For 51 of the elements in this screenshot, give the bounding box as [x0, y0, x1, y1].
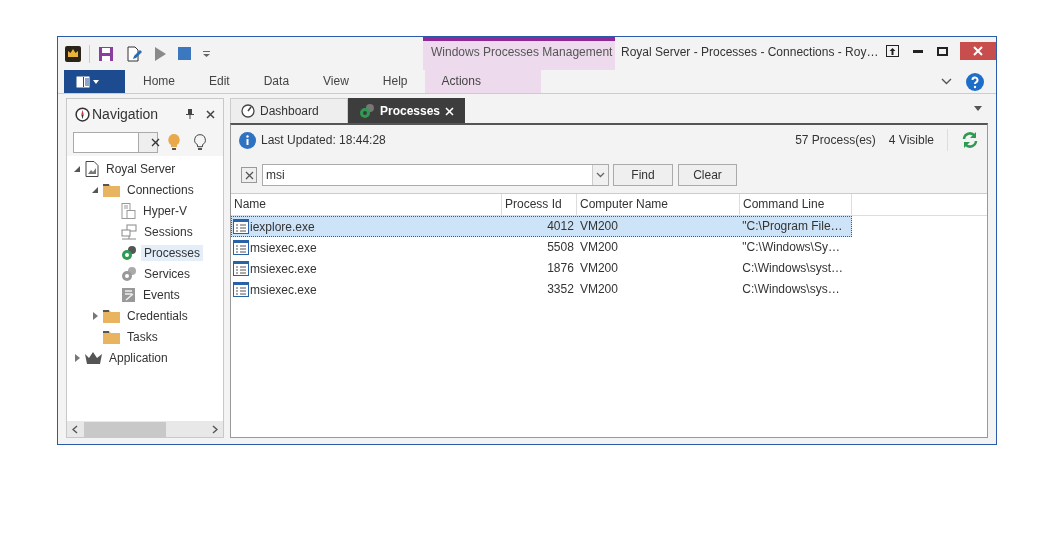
navigation-title: Navigation — [92, 106, 160, 122]
tree-item[interactable]: Connections — [124, 181, 197, 198]
tree-item[interactable]: Application — [106, 349, 171, 366]
table-cell-text: 1876 — [546, 260, 575, 277]
column-header[interactable]: Command Line — [740, 194, 852, 215]
table-cell-text: 5508 — [546, 239, 575, 256]
context-tab-group-label: Windows Processes Management — [423, 37, 615, 70]
tree-item[interactable]: Royal Server — [103, 160, 179, 177]
table-cell-text: 3352 — [546, 281, 575, 298]
column-header[interactable]: Name — [231, 194, 502, 215]
document-tab[interactable]: Dashboard — [230, 98, 348, 123]
ribbon-tab[interactable]: Actions — [424, 70, 541, 93]
table-cell: iexplore.exe — [250, 219, 315, 234]
tree-item[interactable]: Sessions — [141, 223, 196, 240]
ribbon-tab[interactable]: Data — [246, 70, 307, 93]
table-row[interactable]: msiexec.exe 3352 VM200 C:\Windows\sys… — [231, 279, 852, 300]
visible-count: 4 Visible — [888, 133, 934, 147]
tree-item[interactable]: Processes — [141, 244, 204, 261]
table-cell-text: "C:\Program File… — [741, 218, 844, 235]
table-cell-text: VM200 — [578, 281, 619, 298]
tree-item[interactable]: Services — [141, 265, 193, 282]
table-cell-text: "C:\Windows\Sy… — [741, 239, 841, 256]
ribbon-tab[interactable]: Edit — [192, 70, 247, 93]
last-updated-text: Last Updated: 18:44:28 — [261, 133, 386, 147]
table-cell-text: VM200 — [578, 218, 619, 235]
table-cell: msiexec.exe — [250, 282, 317, 297]
table-cell-text: 4012 — [546, 218, 575, 235]
window-title: Royal Server - Processes - Connections - Roy… — [621, 45, 880, 60]
process-count: 57 Process(es) — [795, 133, 876, 147]
table-cell-text: C:\Windows\sys… — [741, 281, 841, 298]
find-button[interactable]: Find — [613, 164, 673, 186]
table-cell: msiexec.exe — [250, 261, 317, 276]
table-cell-text: C:\Windows\syst… — [741, 260, 845, 277]
table-row[interactable]: msiexec.exe 5508 VM200 "C:\Windows\Sy… — [231, 237, 852, 258]
table-cell: msiexec.exe — [250, 240, 317, 255]
table-row[interactable]: msiexec.exe 1876 VM200 C:\Windows\syst… — [231, 258, 852, 279]
column-header[interactable]: Process Id — [502, 194, 577, 215]
document-tab[interactable]: Processes — [348, 98, 465, 123]
tree-item[interactable]: Credentials — [124, 307, 191, 324]
ribbon-tab[interactable]: Help — [365, 70, 425, 93]
tree-item[interactable]: Hyper-V — [140, 202, 190, 219]
tree-item[interactable]: Events — [140, 286, 183, 303]
clear-button[interactable]: Clear — [678, 164, 737, 186]
tree-item[interactable]: Tasks — [124, 328, 161, 345]
ribbon-tab[interactable]: View — [306, 70, 366, 93]
table-cell-text: VM200 — [578, 260, 619, 277]
table-row[interactable]: iexplore.exe 4012 VM200 "C:\Program File… — [231, 216, 852, 237]
column-header[interactable]: Computer Name — [577, 194, 740, 215]
filter-combo-box[interactable]: msi — [262, 164, 609, 186]
ribbon-tab[interactable]: Home — [125, 70, 192, 93]
table-cell-text: VM200 — [578, 239, 619, 256]
